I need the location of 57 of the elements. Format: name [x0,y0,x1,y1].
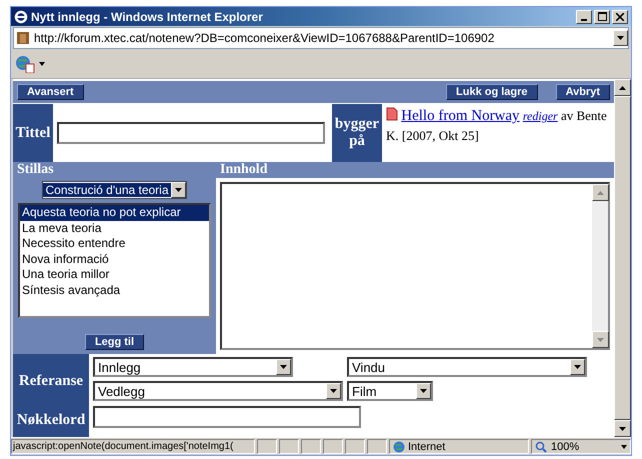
globe-icon [393,440,405,452]
status-text: javascript:openNote(document.images['noteImg1( [11,439,255,454]
reference-select[interactable]: Vedlegg [93,381,343,401]
list-item[interactable]: Aquesta teoria no pot explicar [20,205,209,220]
field-label: Tittel [13,104,53,162]
add-button[interactable]: Legg til [84,334,144,350]
maximize-icon [598,12,606,21]
dropdown-arrow-icon [621,444,627,448]
list-item[interactable]: Una teoria millor [20,267,209,282]
cancel-button[interactable]: Avbryt [556,84,610,100]
advanced-button[interactable]: Avansert [17,84,84,100]
section-heading: Stillas [16,162,55,178]
page-icon [16,31,30,45]
status-pane [367,439,387,454]
scrollbar-thumb[interactable] [614,96,631,420]
close-icon [616,12,624,20]
field-label: bygger på [332,104,382,162]
scroll-down-icon[interactable] [614,420,631,437]
minimize-button[interactable] [576,10,592,24]
keywords-field[interactable] [93,406,361,428]
maximize-button[interactable] [594,10,610,24]
status-pane [279,439,299,454]
globe-page-icon[interactable] [15,55,35,73]
reference-select[interactable]: Vindu [347,357,587,377]
address-bar[interactable]: http://kforum.xtec.cat/notenew?DB=comconeixer&ViewID=1067688&ParentID=106902 [13,27,629,49]
reference-select[interactable]: Film [347,381,433,401]
edit-link[interactable]: rediger [522,109,558,123]
status-pane [345,439,365,454]
dropdown-arrow-icon[interactable] [39,62,45,66]
list-item[interactable]: Necessito entendre [20,236,209,252]
status-pane [301,439,321,454]
window-title: Nytt innlegg - Windows Internet Explorer [31,10,264,24]
list-item[interactable]: Nova informació [20,252,209,267]
url-text: http://kforum.xtec.cat/notenew?DB=comconeixer&ViewID=1067688&ParentID=106902 [34,31,496,45]
note-link[interactable]: Hello from Norway [401,108,520,124]
zoom-icon [535,440,547,452]
zone-text: Internet [408,440,446,452]
status-pane [257,439,277,454]
scroll-down-icon[interactable] [592,331,609,348]
status-pane [323,439,343,454]
title-field[interactable] [57,122,325,144]
list-item[interactable]: La meva teoria [20,220,209,236]
parent-note-text: Hello from Norway rediger av Bente K. [2007, Okt 25] [385,106,608,145]
document-icon [386,107,398,121]
save-close-button[interactable]: Lukk og lagre [446,84,538,100]
section-heading: Innhold [219,162,268,178]
scroll-up-icon[interactable] [614,79,631,96]
list-item[interactable]: Síntesis avançada [20,282,209,298]
reference-select[interactable]: Innlegg [93,357,293,377]
field-label: Referanse [13,354,89,408]
scroll-up-icon[interactable] [592,184,609,201]
field-label: Nøkkelord [13,408,89,437]
close-button[interactable] [612,10,628,24]
minimize-icon [581,18,587,20]
zoom-control[interactable]: 100% [531,439,631,454]
scaffold-select[interactable]: Construció d'una teoria [42,181,187,199]
browser-icon [14,10,28,24]
